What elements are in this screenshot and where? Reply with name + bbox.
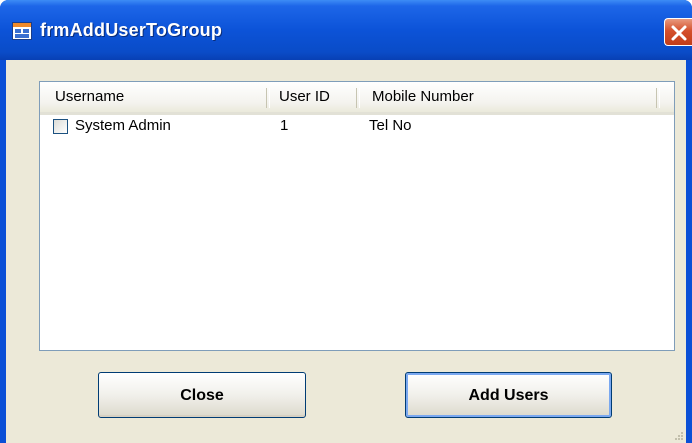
resize-grip-icon[interactable]	[672, 429, 684, 441]
users-listview[interactable]: Username User ID Mobile Number System Ad…	[39, 81, 675, 351]
add-users-button[interactable]: Add Users	[405, 372, 612, 418]
form-icon	[12, 22, 32, 40]
cell-user-id: 1	[280, 117, 289, 134]
listview-header: Username User ID Mobile Number	[40, 82, 674, 115]
column-divider[interactable]	[356, 88, 360, 108]
close-button[interactable]: Close	[98, 372, 306, 418]
cell-mobile-number: Tel No	[369, 117, 412, 134]
dialog-window: frmAddUserToGroup Username User ID Mobil…	[0, 0, 692, 443]
column-header-mobile-number[interactable]: Mobile Number	[372, 82, 474, 112]
column-header-user-id[interactable]: User ID	[279, 82, 330, 112]
close-window-button[interactable]	[664, 18, 692, 46]
close-x-icon	[671, 25, 687, 41]
row-checkbox[interactable]	[53, 119, 68, 134]
title-bar[interactable]: frmAddUserToGroup	[0, 0, 692, 60]
column-divider[interactable]	[266, 88, 270, 108]
window-title: frmAddUserToGroup	[40, 20, 223, 40]
list-item[interactable]: System Admin 1 Tel No	[40, 115, 674, 139]
cell-username: System Admin	[75, 117, 171, 134]
form-client-area: Username User ID Mobile Number System Ad…	[6, 60, 686, 443]
column-header-username[interactable]: Username	[55, 82, 124, 112]
column-divider[interactable]	[656, 88, 660, 108]
